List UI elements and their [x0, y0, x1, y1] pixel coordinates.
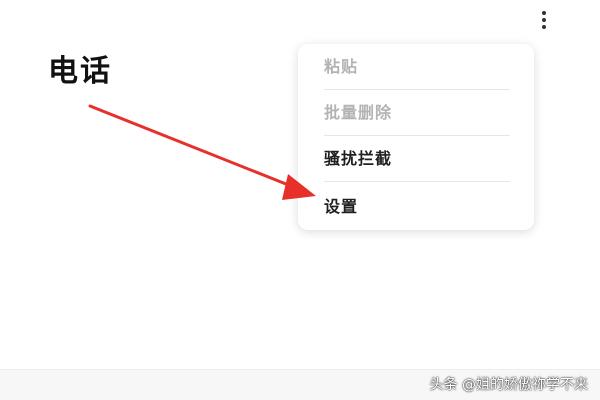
menu-item-paste[interactable]: 粘贴 — [324, 44, 510, 90]
menu-item-label: 骚扰拦截 — [324, 149, 393, 168]
watermark-text: 头条 @姐的娇傲祢学不来 — [429, 377, 588, 393]
menu-item-settings[interactable]: 设置 — [324, 184, 510, 230]
more-dot — [542, 11, 546, 15]
page-title: 电话 — [48, 54, 112, 89]
more-dot — [542, 25, 546, 29]
more-options-icon[interactable] — [530, 6, 558, 34]
menu-item-label: 设置 — [324, 197, 359, 216]
menu-item-label: 粘贴 — [324, 57, 359, 76]
menu-item-harassment-block[interactable]: 骚扰拦截 — [324, 136, 510, 182]
menu-divider — [324, 181, 510, 182]
arrow-shaft — [88, 104, 298, 190]
menu-item-batch-delete[interactable]: 批量删除 — [324, 90, 510, 136]
more-dot — [542, 18, 546, 22]
overflow-menu: 粘贴 批量删除 骚扰拦截 设置 — [298, 44, 534, 230]
phone-app-screen: 电话 粘贴 批量删除 骚扰拦截 设置 头条 @姐的娇傲祢学不来 — [0, 0, 600, 400]
menu-item-label: 批量删除 — [324, 103, 393, 122]
